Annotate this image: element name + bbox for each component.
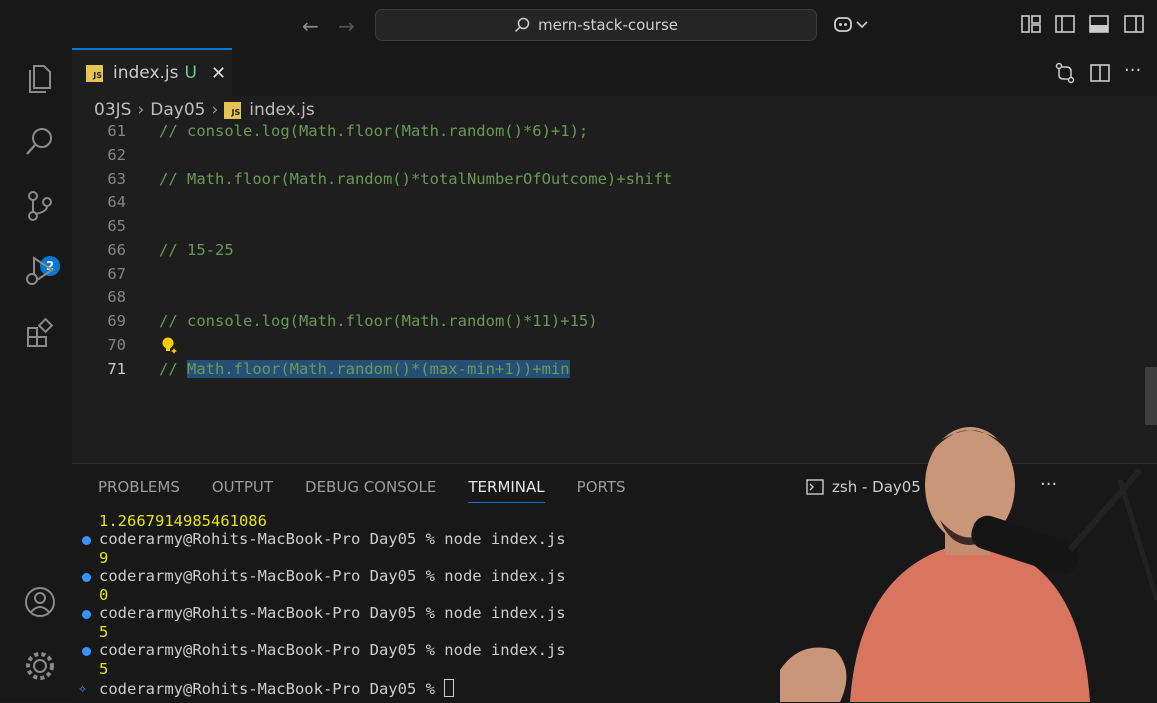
toggle-panel-icon[interactable]: [1088, 13, 1110, 35]
code-line: 63 // Math.floor(Math.random()*totalNumb…: [72, 167, 1142, 191]
tab-problems[interactable]: PROBLEMS: [98, 478, 180, 503]
terminal-line: 1.2667914985461086: [99, 512, 267, 530]
search-icon[interactable]: [22, 124, 58, 160]
tab-debug-console[interactable]: DEBUG CONSOLE: [305, 478, 436, 503]
prompt-text: coderarmy@Rohits-MacBook-Pro Day05 %: [99, 680, 445, 698]
compare-changes-icon[interactable]: [1054, 62, 1076, 84]
line-number: 62: [107, 146, 126, 164]
code-line: 66 // 15-25: [72, 238, 1142, 262]
presenter-webcam-overlay: [780, 427, 1157, 702]
comment-prefix: //: [159, 360, 187, 378]
line-number: 67: [107, 265, 126, 283]
activity-bar: 2: [0, 48, 72, 702]
lightbulb-icon[interactable]: [160, 336, 178, 354]
chevron-right-icon: ›: [211, 100, 219, 120]
code-line: 62: [72, 143, 1142, 167]
code-line: 70: [72, 333, 1142, 357]
forward-arrow-icon[interactable]: →: [338, 14, 355, 38]
command-decoration-icon[interactable]: [82, 647, 91, 656]
line-number: 70: [107, 336, 126, 354]
tab-terminal[interactable]: TERMINAL: [468, 478, 545, 503]
code-text[interactable]: // console.log(Math.floor(Math.random()*…: [159, 312, 598, 330]
tab-filename: index.js: [113, 63, 179, 83]
source-control-icon[interactable]: [22, 188, 58, 224]
line-number: 66: [107, 241, 126, 259]
line-number: 65: [107, 217, 126, 235]
tab-index-js[interactable]: JS index.js U ✕: [72, 48, 232, 96]
terminal-line: coderarmy@Rohits-MacBook-Pro Day05 % nod…: [99, 530, 566, 548]
line-number: 68: [107, 288, 126, 306]
code-text[interactable]: // Math.floor(Math.random()*(max-min+1))…: [159, 360, 570, 378]
line-number: 69: [107, 312, 126, 330]
code-line: 65: [72, 214, 1142, 238]
back-arrow-icon[interactable]: ←: [302, 14, 319, 38]
more-actions-icon[interactable]: ···: [1124, 60, 1141, 81]
line-number: 63: [107, 170, 126, 188]
toggle-primary-sidebar-icon[interactable]: [1054, 13, 1076, 35]
code-text[interactable]: // Math.floor(Math.random()*totalNumberO…: [159, 170, 672, 188]
code-line-active: 71 // Math.floor(Math.random()*(max-min+…: [72, 357, 1142, 381]
extensions-icon[interactable]: [22, 316, 58, 352]
code-line: 69 // console.log(Math.floor(Math.random…: [72, 309, 1142, 333]
breadcrumb-folder-03js[interactable]: 03JS: [94, 100, 131, 120]
run-debug-icon[interactable]: [22, 252, 58, 288]
terminal-line: 5: [99, 660, 109, 678]
code-line: 64: [72, 190, 1142, 214]
line-number: 61: [107, 122, 126, 140]
breadcrumb-file[interactable]: index.js: [249, 100, 315, 120]
code-line: 61 // console.log(Math.floor(Math.random…: [72, 122, 1142, 143]
settings-gear-icon[interactable]: [22, 648, 58, 684]
line-number: 64: [107, 193, 126, 211]
selected-text[interactable]: Math.floor(Math.random()*(max-min+1))+mi…: [187, 360, 570, 378]
command-decoration-icon[interactable]: [82, 610, 91, 619]
close-icon[interactable]: ✕: [211, 63, 226, 84]
code-line: 67: [72, 262, 1142, 286]
terminal-prompt[interactable]: coderarmy@Rohits-MacBook-Pro Day05 %: [99, 679, 455, 698]
sparkle-icon[interactable]: ✧: [78, 679, 87, 697]
copilot-icon[interactable]: [832, 13, 854, 35]
terminal-cursor: [444, 679, 455, 697]
editor-tab-bar: JS index.js U ✕ ···: [72, 48, 1157, 96]
tab-output[interactable]: OUTPUT: [212, 478, 273, 503]
title-bar: ← → mern-stack-course: [0, 0, 1157, 48]
split-editor-icon[interactable]: [1089, 62, 1111, 84]
breadcrumb-folder-day05[interactable]: Day05: [150, 100, 205, 120]
terminal-line: 9: [99, 549, 109, 567]
chevron-right-icon: ›: [137, 100, 145, 120]
command-center-search[interactable]: mern-stack-course: [375, 9, 817, 41]
line-number: 71: [107, 360, 126, 378]
terminal-line: 0: [99, 586, 109, 604]
javascript-file-icon: JS: [86, 64, 103, 82]
panel-tabs: PROBLEMS OUTPUT DEBUG CONSOLE TERMINAL P…: [98, 478, 658, 503]
customize-layout-icon[interactable]: [1020, 13, 1042, 35]
tab-ports[interactable]: PORTS: [577, 478, 626, 503]
terminal-line: 5: [99, 623, 109, 641]
toggle-secondary-sidebar-icon[interactable]: [1123, 13, 1145, 35]
terminal-line: coderarmy@Rohits-MacBook-Pro Day05 % nod…: [99, 567, 566, 585]
breadcrumb: 03JS › Day05 › JS index.js: [94, 98, 315, 122]
tab-untracked-status: U: [184, 63, 197, 83]
code-text[interactable]: // console.log(Math.floor(Math.random()*…: [159, 122, 588, 140]
search-icon: [514, 17, 530, 33]
search-text: mern-stack-course: [537, 16, 679, 34]
chevron-down-icon[interactable]: [855, 13, 869, 35]
terminal-line: coderarmy@Rohits-MacBook-Pro Day05 % nod…: [99, 641, 566, 659]
code-text[interactable]: // 15-25: [159, 241, 234, 259]
code-line: 68: [72, 285, 1142, 309]
accounts-icon[interactable]: [22, 584, 58, 620]
javascript-file-icon: JS: [224, 101, 242, 119]
explorer-icon[interactable]: [22, 60, 58, 96]
command-decoration-icon[interactable]: [82, 573, 91, 582]
command-decoration-icon[interactable]: [82, 536, 91, 545]
terminal-line: coderarmy@Rohits-MacBook-Pro Day05 % nod…: [99, 604, 566, 622]
